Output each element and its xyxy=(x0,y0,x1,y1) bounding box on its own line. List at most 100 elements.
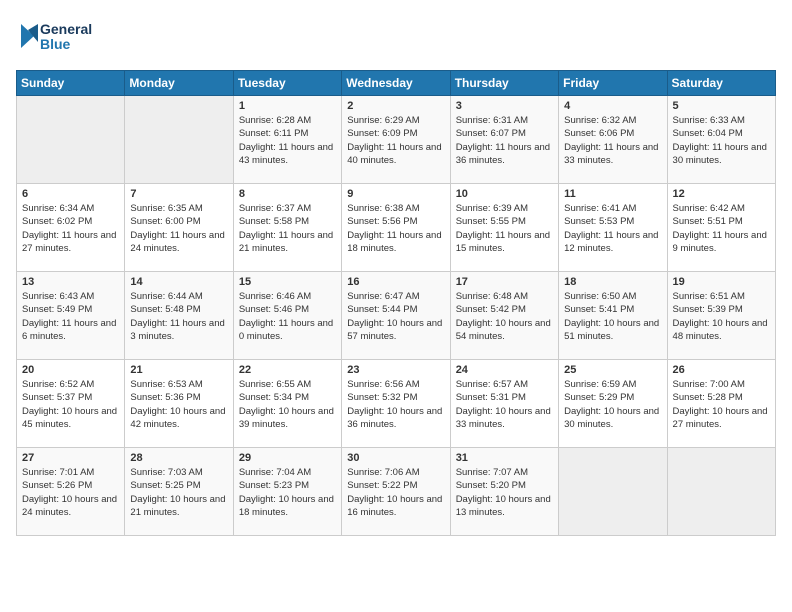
calendar-cell: 16 Sunrise: 6:47 AM Sunset: 5:44 PM Dayli… xyxy=(342,272,450,360)
calendar-week-2: 6Sunrise: 6:34 AM Sunset: 6:02 PM Daylig… xyxy=(17,184,776,272)
calendar-cell: 4Sunrise: 6:32 AM Sunset: 6:06 PM Daylig… xyxy=(559,96,667,184)
calendar-week-4: 20 Sunrise: 6:52 AM Sunset: 5:37 PM Dayli… xyxy=(17,360,776,448)
day-info: Sunrise: 7:06 AM Sunset: 5:22 PM Dayligh… xyxy=(347,466,444,519)
day-number: 8 xyxy=(239,188,336,200)
calendar-cell xyxy=(17,96,125,184)
calendar-cell: 9Sunrise: 6:38 AM Sunset: 5:56 PM Daylig… xyxy=(342,184,450,272)
day-info: Sunrise: 6:29 AM Sunset: 6:09 PM Dayligh… xyxy=(347,114,444,167)
day-number: 10 xyxy=(456,188,553,200)
calendar-cell: 5 Sunrise: 6:33 AM Sunset: 6:04 PM Daylig… xyxy=(667,96,775,184)
svg-text:General: General xyxy=(40,21,92,37)
calendar-cell: 30Sunrise: 7:06 AM Sunset: 5:22 PM Dayli… xyxy=(342,448,450,536)
day-info: Sunrise: 6:47 AM Sunset: 5:44 PM Dayligh… xyxy=(347,290,444,343)
calendar-cell: 24 Sunrise: 6:57 AM Sunset: 5:31 PM Dayli… xyxy=(450,360,558,448)
calendar-cell: 3 Sunrise: 6:31 AM Sunset: 6:07 PM Daylig… xyxy=(450,96,558,184)
day-number: 27 xyxy=(22,452,119,464)
day-info: Sunrise: 7:01 AM Sunset: 5:26 PM Dayligh… xyxy=(22,466,119,519)
day-info: Sunrise: 6:41 AM Sunset: 5:53 PM Dayligh… xyxy=(564,202,661,255)
calendar-cell: 12 Sunrise: 6:42 AM Sunset: 5:51 PM Dayli… xyxy=(667,184,775,272)
day-info: Sunrise: 6:56 AM Sunset: 5:32 PM Dayligh… xyxy=(347,378,444,431)
day-number: 28 xyxy=(130,452,227,464)
svg-text:Blue: Blue xyxy=(40,36,71,52)
weekday-header-sunday: Sunday xyxy=(17,71,125,96)
calendar-cell: 23 Sunrise: 6:56 AM Sunset: 5:32 PM Dayli… xyxy=(342,360,450,448)
calendar-cell: 1 Sunrise: 6:28 AM Sunset: 6:11 PM Daylig… xyxy=(233,96,341,184)
calendar-week-5: 27 Sunrise: 7:01 AM Sunset: 5:26 PM Dayli… xyxy=(17,448,776,536)
weekday-header-tuesday: Tuesday xyxy=(233,71,341,96)
day-info: Sunrise: 6:34 AM Sunset: 6:02 PM Dayligh… xyxy=(22,202,119,255)
day-number: 13 xyxy=(22,276,119,288)
weekday-header-thursday: Thursday xyxy=(450,71,558,96)
day-info: Sunrise: 7:03 AM Sunset: 5:25 PM Dayligh… xyxy=(130,466,227,519)
day-number: 17 xyxy=(456,276,553,288)
day-number: 24 xyxy=(456,364,553,376)
calendar-cell: 28 Sunrise: 7:03 AM Sunset: 5:25 PM Dayli… xyxy=(125,448,233,536)
calendar-cell: 25Sunrise: 6:59 AM Sunset: 5:29 PM Dayli… xyxy=(559,360,667,448)
day-number: 11 xyxy=(564,188,661,200)
day-number: 7 xyxy=(130,188,227,200)
calendar-cell: 6Sunrise: 6:34 AM Sunset: 6:02 PM Daylig… xyxy=(17,184,125,272)
calendar-cell: 14Sunrise: 6:44 AM Sunset: 5:48 PM Dayli… xyxy=(125,272,233,360)
calendar-cell: 21 Sunrise: 6:53 AM Sunset: 5:36 PM Dayli… xyxy=(125,360,233,448)
day-number: 26 xyxy=(673,364,770,376)
day-number: 19 xyxy=(673,276,770,288)
calendar-cell: 2Sunrise: 6:29 AM Sunset: 6:09 PM Daylig… xyxy=(342,96,450,184)
day-info: Sunrise: 6:51 AM Sunset: 5:39 PM Dayligh… xyxy=(673,290,770,343)
day-info: Sunrise: 6:48 AM Sunset: 5:42 PM Dayligh… xyxy=(456,290,553,343)
day-info: Sunrise: 6:39 AM Sunset: 5:55 PM Dayligh… xyxy=(456,202,553,255)
day-number: 22 xyxy=(239,364,336,376)
day-number: 16 xyxy=(347,276,444,288)
calendar-cell xyxy=(667,448,775,536)
calendar-cell: 22Sunrise: 6:55 AM Sunset: 5:34 PM Dayli… xyxy=(233,360,341,448)
calendar-cell: 10 Sunrise: 6:39 AM Sunset: 5:55 PM Dayli… xyxy=(450,184,558,272)
day-number: 3 xyxy=(456,100,553,112)
day-info: Sunrise: 6:37 AM Sunset: 5:58 PM Dayligh… xyxy=(239,202,336,255)
calendar-cell xyxy=(559,448,667,536)
day-info: Sunrise: 6:52 AM Sunset: 5:37 PM Dayligh… xyxy=(22,378,119,431)
calendar-cell: 17 Sunrise: 6:48 AM Sunset: 5:42 PM Dayli… xyxy=(450,272,558,360)
day-info: Sunrise: 6:35 AM Sunset: 6:00 PM Dayligh… xyxy=(130,202,227,255)
day-info: Sunrise: 6:59 AM Sunset: 5:29 PM Dayligh… xyxy=(564,378,661,431)
calendar-cell: 18 Sunrise: 6:50 AM Sunset: 5:41 PM Dayli… xyxy=(559,272,667,360)
weekday-header-wednesday: Wednesday xyxy=(342,71,450,96)
day-info: Sunrise: 6:43 AM Sunset: 5:49 PM Dayligh… xyxy=(22,290,119,343)
day-number: 23 xyxy=(347,364,444,376)
day-info: Sunrise: 7:00 AM Sunset: 5:28 PM Dayligh… xyxy=(673,378,770,431)
day-info: Sunrise: 6:50 AM Sunset: 5:41 PM Dayligh… xyxy=(564,290,661,343)
calendar-cell: 29 Sunrise: 7:04 AM Sunset: 5:23 PM Dayli… xyxy=(233,448,341,536)
day-info: Sunrise: 6:33 AM Sunset: 6:04 PM Dayligh… xyxy=(673,114,770,167)
day-number: 29 xyxy=(239,452,336,464)
day-number: 5 xyxy=(673,100,770,112)
day-info: Sunrise: 6:46 AM Sunset: 5:46 PM Dayligh… xyxy=(239,290,336,343)
day-number: 31 xyxy=(456,452,553,464)
day-number: 1 xyxy=(239,100,336,112)
calendar-cell: 26 Sunrise: 7:00 AM Sunset: 5:28 PM Dayli… xyxy=(667,360,775,448)
calendar-cell: 15Sunrise: 6:46 AM Sunset: 5:46 PM Dayli… xyxy=(233,272,341,360)
page-header: General Blue xyxy=(16,16,776,58)
day-info: Sunrise: 6:28 AM Sunset: 6:11 PM Dayligh… xyxy=(239,114,336,167)
day-info: Sunrise: 6:38 AM Sunset: 5:56 PM Dayligh… xyxy=(347,202,444,255)
day-number: 21 xyxy=(130,364,227,376)
calendar-cell: 11 Sunrise: 6:41 AM Sunset: 5:53 PM Dayli… xyxy=(559,184,667,272)
calendar-cell: 13 Sunrise: 6:43 AM Sunset: 5:49 PM Dayli… xyxy=(17,272,125,360)
calendar-cell: 8 Sunrise: 6:37 AM Sunset: 5:58 PM Daylig… xyxy=(233,184,341,272)
calendar-table: SundayMondayTuesdayWednesdayThursdayFrid… xyxy=(16,70,776,536)
day-info: Sunrise: 6:57 AM Sunset: 5:31 PM Dayligh… xyxy=(456,378,553,431)
day-info: Sunrise: 7:07 AM Sunset: 5:20 PM Dayligh… xyxy=(456,466,553,519)
day-info: Sunrise: 6:44 AM Sunset: 5:48 PM Dayligh… xyxy=(130,290,227,343)
day-info: Sunrise: 6:31 AM Sunset: 6:07 PM Dayligh… xyxy=(456,114,553,167)
calendar-week-1: 1 Sunrise: 6:28 AM Sunset: 6:11 PM Daylig… xyxy=(17,96,776,184)
calendar-cell: 27 Sunrise: 7:01 AM Sunset: 5:26 PM Dayli… xyxy=(17,448,125,536)
day-number: 18 xyxy=(564,276,661,288)
logo: General Blue xyxy=(16,16,106,58)
logo-svg: General Blue xyxy=(16,16,106,58)
day-info: Sunrise: 6:53 AM Sunset: 5:36 PM Dayligh… xyxy=(130,378,227,431)
weekday-header-row: SundayMondayTuesdayWednesdayThursdayFrid… xyxy=(17,71,776,96)
day-info: Sunrise: 6:42 AM Sunset: 5:51 PM Dayligh… xyxy=(673,202,770,255)
weekday-header-monday: Monday xyxy=(125,71,233,96)
day-number: 20 xyxy=(22,364,119,376)
day-info: Sunrise: 7:04 AM Sunset: 5:23 PM Dayligh… xyxy=(239,466,336,519)
calendar-week-3: 13 Sunrise: 6:43 AM Sunset: 5:49 PM Dayli… xyxy=(17,272,776,360)
day-info: Sunrise: 6:32 AM Sunset: 6:06 PM Dayligh… xyxy=(564,114,661,167)
day-number: 12 xyxy=(673,188,770,200)
